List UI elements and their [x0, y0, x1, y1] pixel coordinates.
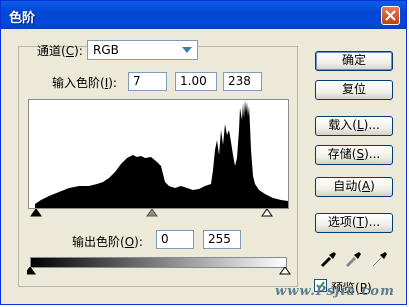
input-white-field[interactable]: 238 — [223, 72, 262, 91]
input-black-slider-handle[interactable] — [30, 209, 42, 217]
ok-button[interactable]: 确定 — [315, 51, 393, 71]
channel-label: 通道(C): — [37, 44, 83, 58]
close-button[interactable] — [381, 6, 400, 25]
input-black-field[interactable]: 7 — [128, 72, 167, 91]
white-eyedropper-icon[interactable] — [370, 249, 390, 269]
input-slider[interactable] — [28, 209, 290, 219]
save-button[interactable]: 存储(S)... — [315, 145, 393, 165]
window-title: 色阶 — [9, 11, 36, 26]
black-eyedropper-icon[interactable] — [319, 249, 339, 269]
close-icon — [385, 10, 396, 21]
output-levels-label: 输出色阶(O): — [72, 235, 143, 249]
histogram — [28, 99, 289, 209]
dropdown-arrow-icon — [182, 47, 192, 53]
input-gamma-slider-handle[interactable] — [146, 209, 158, 217]
gray-eyedropper-icon[interactable] — [344, 249, 364, 269]
output-black-slider-handle[interactable] — [27, 267, 36, 275]
histogram-plot — [35, 100, 288, 208]
output-slider[interactable] — [27, 267, 291, 277]
output-white-field[interactable]: 255 — [203, 230, 241, 249]
output-black-field[interactable]: 0 — [156, 230, 194, 249]
output-white-slider-handle[interactable] — [279, 267, 291, 275]
channel-value: RGB — [93, 43, 119, 57]
input-levels-label: 输入色阶(I): — [52, 76, 117, 90]
input-gamma-field[interactable]: 1.00 — [175, 72, 217, 91]
auto-button[interactable]: 自动(A) — [315, 177, 393, 197]
load-button[interactable]: 载入(L)... — [315, 116, 393, 136]
title-bar: 色阶 — [1, 1, 406, 29]
levels-dialog: 色阶 通道(C): RGB 输入色阶(I): 7 1.00 238 输出色阶(O… — [0, 0, 407, 305]
options-button[interactable]: 选项(T)... — [315, 213, 393, 233]
input-white-slider-handle[interactable] — [261, 209, 273, 217]
watermark: www.Psjia.com — [275, 284, 395, 299]
reset-button[interactable]: 复位 — [315, 80, 393, 100]
channel-select[interactable]: RGB — [87, 40, 198, 60]
